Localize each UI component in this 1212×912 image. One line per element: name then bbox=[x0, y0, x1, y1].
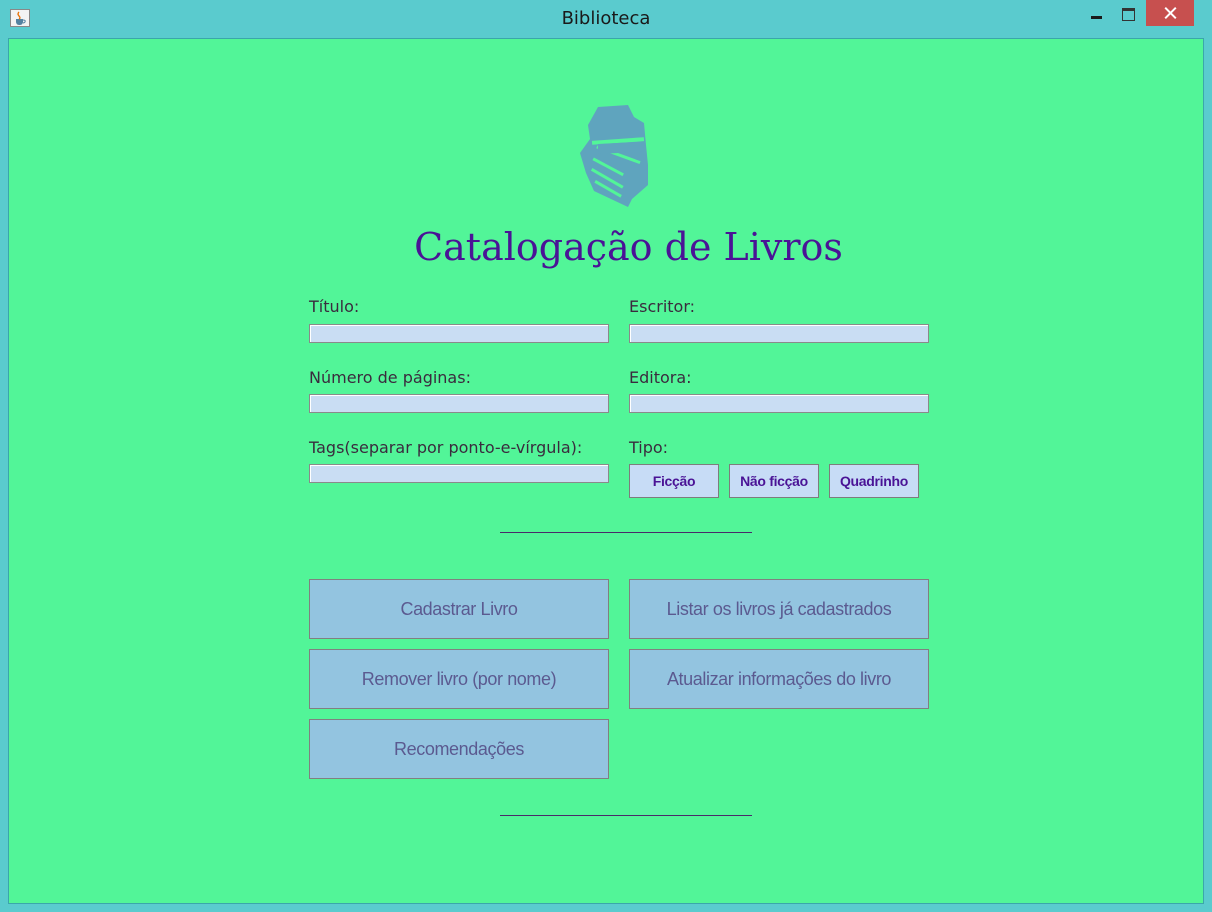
divider-bottom bbox=[500, 815, 752, 816]
window-title: Biblioteca bbox=[561, 8, 651, 29]
tipo-label: Tipo: bbox=[629, 438, 669, 457]
recomendacoes-button[interactable]: Recomendações bbox=[309, 719, 609, 779]
tags-label: Tags(separar por ponto-e-vírgula): bbox=[309, 438, 583, 457]
remover-livro-button[interactable]: Remover livro (por nome) bbox=[309, 649, 609, 709]
atualizar-livro-button[interactable]: Atualizar informações do livro bbox=[629, 649, 929, 709]
editora-input[interactable] bbox=[629, 394, 929, 413]
titulo-label: Título: bbox=[309, 297, 360, 316]
page-title: Catalogação de Livros bbox=[414, 225, 843, 269]
maximize-button[interactable] bbox=[1112, 0, 1146, 26]
minimize-button[interactable] bbox=[1079, 0, 1113, 26]
tags-input[interactable] bbox=[309, 464, 609, 483]
listar-livros-button[interactable]: Listar os livros já cadastrados bbox=[629, 579, 929, 639]
tipo-nao-ficcao-button[interactable]: Não ficção bbox=[729, 464, 819, 498]
tipo-quadrinho-button[interactable]: Quadrinho bbox=[829, 464, 919, 498]
paginas-label: Número de páginas: bbox=[309, 368, 471, 387]
tipo-ficcao-button[interactable]: Ficção bbox=[629, 464, 719, 498]
titulo-input[interactable] bbox=[309, 324, 609, 343]
editora-label: Editora: bbox=[629, 368, 692, 387]
close-button[interactable] bbox=[1146, 0, 1194, 26]
paginas-input[interactable] bbox=[309, 394, 609, 413]
escritor-input[interactable] bbox=[629, 324, 929, 343]
divider-top bbox=[500, 532, 752, 533]
escritor-label: Escritor: bbox=[629, 297, 696, 316]
books-stack-icon bbox=[580, 105, 648, 207]
cadastrar-livro-button[interactable]: Cadastrar Livro bbox=[309, 579, 609, 639]
title-bar: Biblioteca bbox=[0, 0, 1212, 38]
main-panel: Catalogação de Livros Título: Escritor: … bbox=[8, 38, 1204, 904]
